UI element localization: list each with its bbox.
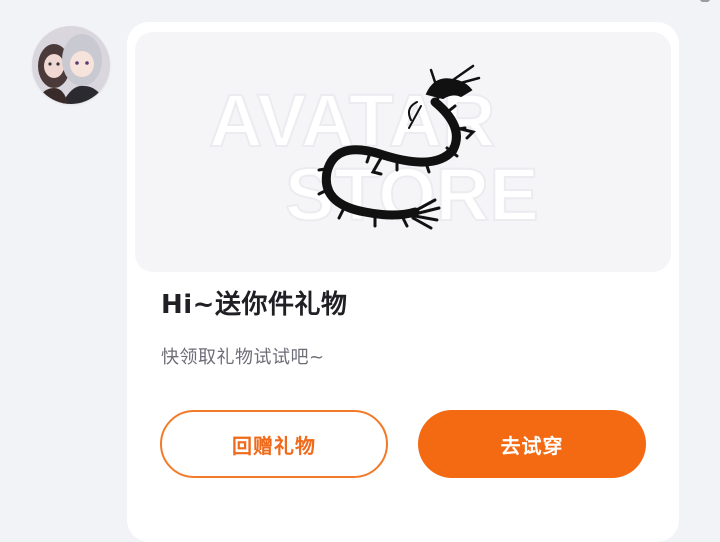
return-gift-button[interactable]: 回赠礼物: [160, 410, 388, 478]
try-on-button[interactable]: 去试穿: [418, 410, 646, 478]
scroll-indicator: [700, 0, 710, 2]
gift-card: AVATAR STORE Hi~送你件礼物 快领取礼物试试吧~ 回赠礼物 去试穿: [127, 22, 679, 542]
gift-subtitle: 快领取礼物试试吧~: [161, 347, 325, 368]
gift-title: Hi~送你件礼物: [161, 290, 348, 320]
user-avatar-icon: [32, 26, 110, 104]
dragon-banner-image: AVATAR STORE: [208, 64, 540, 237]
sender-avatar[interactable]: [32, 26, 110, 104]
gift-banner: AVATAR STORE: [135, 32, 671, 272]
